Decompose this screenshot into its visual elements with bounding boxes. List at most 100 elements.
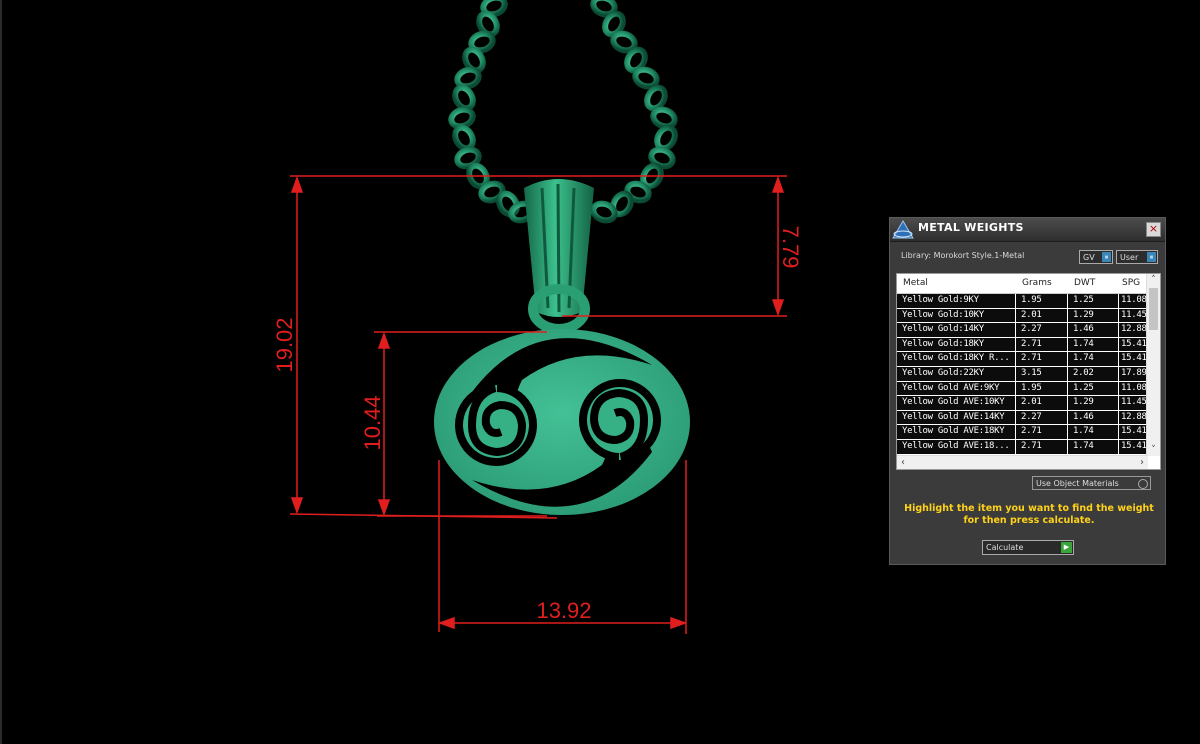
hint-text: Highlight the item you want to find the … [904,503,1154,526]
close-button[interactable]: × [1146,222,1161,237]
cell-grams: 2.27 [1021,324,1042,335]
table-row[interactable]: Yellow Gold:18KY 2.71 1.74 15.41 [897,337,1147,353]
cell-dwt: 1.46 [1073,324,1094,335]
table-row[interactable]: Yellow Gold AVE:18... 2.71 1.74 15.41 [897,439,1147,455]
column-header-spg[interactable]: SPG [1122,278,1140,288]
column-separator [1118,439,1119,454]
cell-metal: Yellow Gold:18KY R... [902,353,1010,364]
panel-titlebar[interactable]: METAL WEIGHTS × [890,218,1165,242]
unit-gv-label: GV [1083,253,1095,262]
metal-weights-table[interactable]: Metal Grams DWT SPG Yellow Gold:9KY 1.95 1… [896,273,1161,470]
cell-grams: 2.27 [1021,411,1042,422]
play-icon: ▶ [1061,542,1072,553]
column-separator [1067,381,1068,396]
column-separator [1118,396,1119,410]
column-separator [1067,366,1068,381]
cell-dwt: 1.25 [1073,382,1094,393]
cell-dwt: 1.74 [1073,338,1094,349]
scroll-left-icon[interactable]: ‹ [897,456,909,469]
cell-dwt: 1.46 [1073,411,1094,422]
cell-grams: 2.71 [1021,426,1042,437]
table-row[interactable]: Yellow Gold:14KY 2.27 1.46 12.88 [897,323,1147,338]
column-separator [1067,323,1068,337]
column-separator [1118,366,1119,381]
3d-viewport[interactable]: 19.02 7.79 10.44 13.92 METAL WEIGHTS × L… [0,0,1200,744]
bail-height-label: 7.79 [778,226,803,269]
table-row[interactable]: Yellow Gold:22KY 3.15 2.02 17.89 [897,366,1147,382]
cancer-zodiac-pendant [434,329,690,515]
column-separator [1067,410,1068,425]
column-separator [1118,381,1119,396]
column-separator [1015,323,1016,337]
toggle-knob-icon: ⏸ [1147,252,1156,262]
cell-dwt: 1.74 [1073,440,1094,451]
column-separator [1015,425,1016,439]
column-header-metal[interactable]: Metal [903,278,928,288]
column-separator [1015,308,1016,323]
column-separator [1015,337,1016,352]
cell-dwt: 1.29 [1073,309,1094,320]
cell-grams: 3.15 [1021,367,1042,378]
cell-metal: Yellow Gold:22KY [902,367,984,378]
cell-metal: Yellow Gold:14KY [902,324,984,335]
cell-dwt: 1.25 [1073,295,1094,305]
scroll-thumb[interactable] [1149,288,1158,330]
table-row[interactable]: Yellow Gold AVE:10KY 2.01 1.29 11.45 [897,396,1147,411]
table-row[interactable]: Yellow Gold AVE:14KY 2.27 1.46 12.88 [897,410,1147,426]
scroll-down-icon[interactable]: ˅ [1147,444,1160,456]
cell-dwt: 1.74 [1073,426,1094,437]
pendant-width-label: 13.92 [536,598,591,623]
column-separator [1118,352,1119,366]
cell-dwt: 1.74 [1073,353,1094,364]
library-label: Library: Morokort Style.1-Metal [901,251,1025,260]
unit-user-label: User [1120,253,1139,262]
column-separator [1067,294,1068,308]
column-separator [1118,410,1119,425]
cell-grams: 2.71 [1021,353,1042,364]
column-separator [1118,323,1119,337]
use-object-materials-label: Use Object Materials [1036,479,1119,488]
column-separator [1015,439,1016,454]
unit-user-toggle[interactable]: User ⏸ [1116,250,1158,264]
total-height-label: 19.02 [272,317,297,372]
app-logo-icon [892,220,914,239]
calculate-button[interactable]: Calculate ▶ [982,540,1074,555]
column-separator [1067,425,1068,439]
column-header-dwt[interactable]: DWT [1074,278,1095,288]
table-row[interactable]: Yellow Gold AVE:9KY 1.95 1.25 11.08 [897,381,1147,397]
scroll-up-icon[interactable]: ˄ [1147,274,1160,286]
cell-metal: Yellow Gold:10KY [902,309,984,320]
unit-gv-toggle[interactable]: GV ⏸ [1079,250,1113,264]
column-separator [1015,410,1016,425]
metal-weights-panel: METAL WEIGHTS × Library: Morokort Style.… [889,217,1166,565]
cell-grams: 2.71 [1021,338,1042,349]
column-separator [1118,337,1119,352]
scroll-right-icon[interactable]: › [1136,456,1148,469]
cell-grams: 1.95 [1021,295,1042,305]
table-header: Metal Grams DWT SPG [897,274,1147,294]
cell-metal: Yellow Gold AVE:18... [902,440,1010,451]
horizontal-scrollbar[interactable]: ‹ › [897,455,1148,469]
column-separator [1067,308,1068,323]
column-separator [1015,396,1016,410]
cell-metal: Yellow Gold:9KY [902,295,979,305]
cell-dwt: 2.02 [1073,367,1094,378]
radio-icon[interactable] [1138,479,1148,489]
cell-metal: Yellow Gold AVE:10KY [902,397,1005,408]
table-row[interactable]: Yellow Gold AVE:18KY 2.71 1.74 15.41 [897,425,1147,440]
table-row[interactable]: Yellow Gold:18KY R... 2.71 1.74 15.41 [897,352,1147,367]
table-row[interactable]: Yellow Gold:10KY 2.01 1.29 11.45 [897,308,1147,324]
pendant-height-label: 10.44 [360,395,385,450]
panel-title: METAL WEIGHTS [918,221,1024,234]
toggle-knob-icon: ⏸ [1102,252,1111,262]
vertical-scrollbar[interactable]: ˄ ˅ [1146,274,1160,456]
calculate-label: Calculate [986,543,1024,552]
cell-metal: Yellow Gold AVE:18KY [902,426,1005,437]
use-object-materials-option[interactable]: Use Object Materials [1032,476,1151,490]
column-header-grams[interactable]: Grams [1022,278,1052,288]
table-rows: Yellow Gold:9KY 1.95 1.25 11.08 Yellow Gold:… [897,294,1147,455]
cell-metal: Yellow Gold:18KY [902,338,984,349]
table-row[interactable]: Yellow Gold:9KY 1.95 1.25 11.08 [897,294,1147,309]
cell-grams: 2.71 [1021,440,1042,451]
cell-grams: 2.01 [1021,397,1042,408]
